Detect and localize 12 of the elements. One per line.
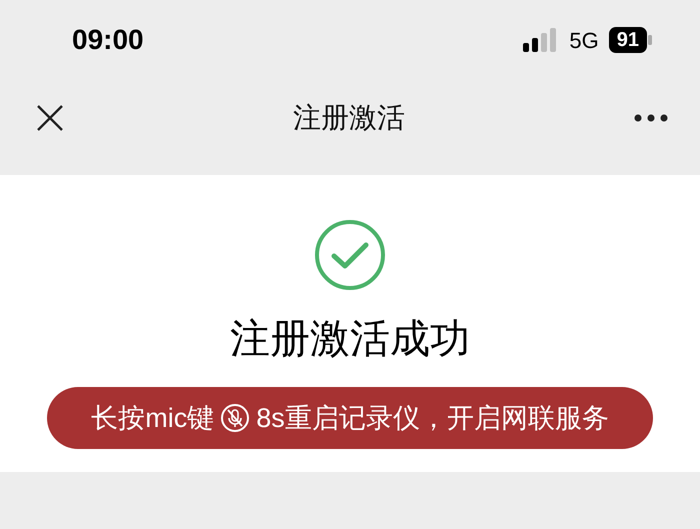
notice-text: 长按mic键 <box>91 402 214 435</box>
muted-microphone-icon <box>220 403 250 433</box>
network-label: 5G <box>569 26 599 54</box>
more-icon[interactable] <box>634 114 668 122</box>
notice-text: 8s重启记录仪，开启网联服务 <box>256 402 609 435</box>
battery-tip-icon <box>648 35 652 45</box>
page-title: 注册激活 <box>293 101 405 135</box>
success-check-icon <box>314 219 386 291</box>
status-time: 09:00 <box>72 23 144 57</box>
success-message: 注册激活成功 <box>230 316 470 363</box>
battery-indicator: 91 <box>608 27 647 53</box>
close-icon[interactable] <box>36 104 64 132</box>
